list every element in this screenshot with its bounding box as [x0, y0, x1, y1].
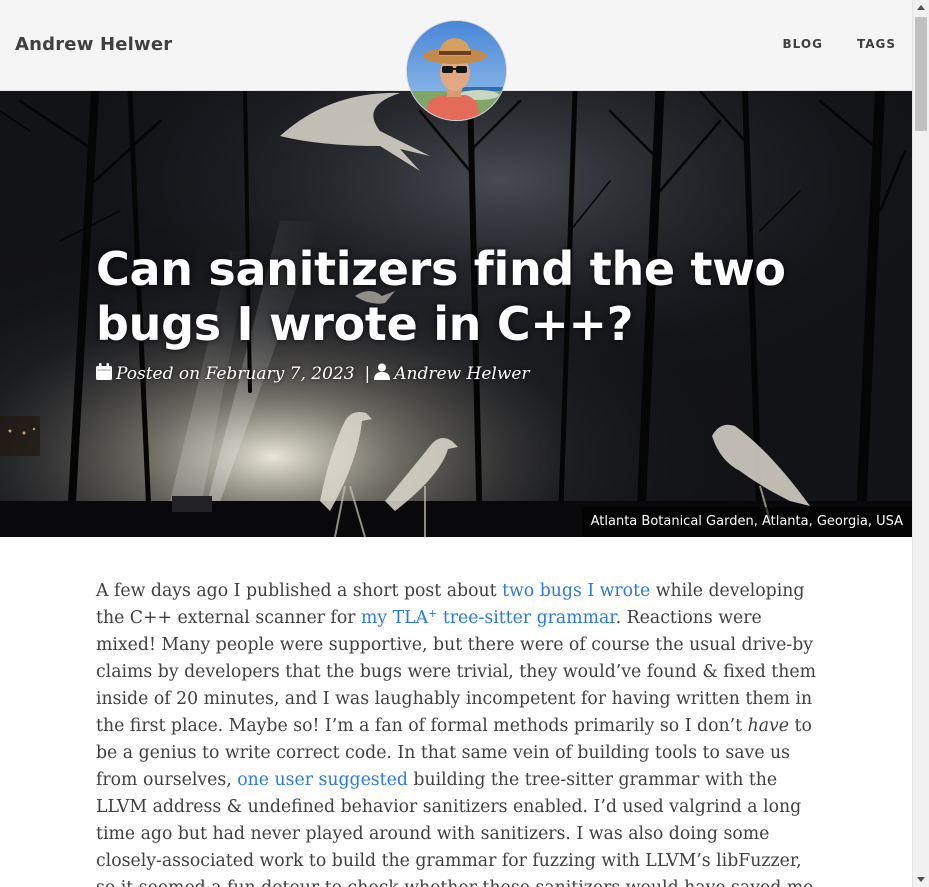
image-caption: Atlanta Botanical Garden, Atlanta, Georg…: [581, 507, 912, 537]
user-icon: [374, 363, 391, 385]
site-brand-link[interactable]: Andrew Helwer: [15, 34, 172, 55]
meta-separator: |: [364, 364, 371, 384]
article-paragraph: A few days ago I published a short post …: [96, 578, 816, 887]
nav-links: BLOG TAGS: [783, 37, 912, 51]
link-tla-tree-sitter-grammar[interactable]: my TLA+ tree-sitter grammar: [361, 608, 616, 628]
scroll-down-arrow-icon[interactable]: [917, 877, 925, 882]
link-superscript: +: [428, 607, 438, 620]
link-one-user-suggested[interactable]: one user suggested: [237, 770, 408, 790]
paragraph-text: A few days ago I published a short post …: [96, 581, 503, 601]
post-date: Posted on February 7, 2023: [116, 364, 355, 384]
calendar-icon: [96, 363, 112, 385]
scroll-up-arrow-icon[interactable]: [917, 5, 925, 10]
post-title: Can sanitizers find the two bugs I wrote…: [96, 242, 786, 351]
post-meta: Posted on February 7, 2023 | Andrew Helw…: [96, 363, 530, 385]
nav-link-blog[interactable]: BLOG: [783, 37, 823, 51]
page-scrollbar[interactable]: [912, 0, 929, 887]
author-avatar[interactable]: [406, 20, 507, 121]
article-body: A few days ago I published a short post …: [96, 578, 816, 887]
emphasis-text: have: [747, 716, 789, 736]
hero-header: Can sanitizers find the two bugs I wrote…: [0, 91, 912, 537]
post-author: Andrew Helwer: [394, 364, 530, 384]
nav-link-tags[interactable]: TAGS: [857, 37, 896, 51]
link-text: my TLA: [360, 608, 429, 628]
scrollbar-thumb[interactable]: [915, 17, 927, 131]
avatar-image: [407, 21, 506, 120]
link-text: tree-sitter grammar: [437, 608, 616, 628]
link-two-bugs-i-wrote[interactable]: two bugs I wrote: [502, 581, 650, 601]
